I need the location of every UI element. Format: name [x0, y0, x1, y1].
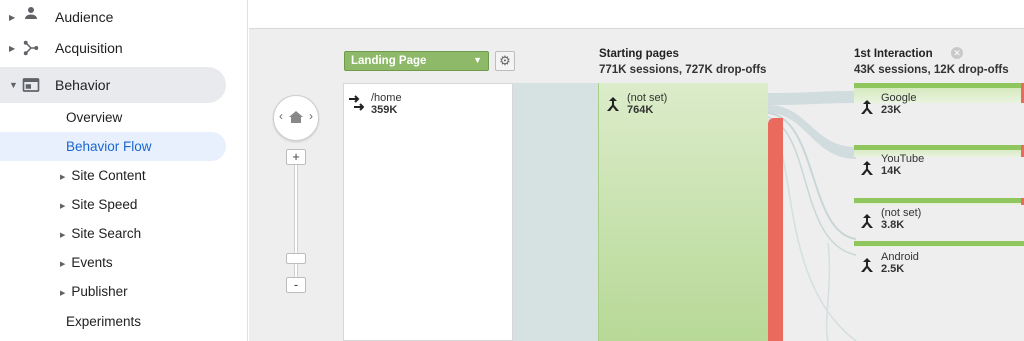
starting-pages-column: (not set) 764K: [598, 83, 768, 341]
caret-right-icon: ▶: [60, 261, 66, 268]
sidebar-item-label: Behavior: [55, 77, 111, 93]
landing-page-column: /home 359K: [343, 83, 513, 341]
sidebar-item-label: Acquisition: [55, 40, 123, 56]
node-cap: [854, 241, 1024, 246]
behavior-icon: [22, 78, 40, 92]
column-stats: 771K sessions, 727K drop-offs: [599, 64, 767, 76]
sidebar-item-label: Publisher: [71, 284, 128, 299]
caret-right-icon: ▶: [60, 232, 66, 239]
gear-icon: ⚙: [499, 53, 511, 68]
landing-to-start-flow-band: [513, 83, 598, 341]
landing-node[interactable]: /home 359K: [371, 92, 402, 116]
node-value: 764K: [627, 104, 654, 116]
node-value: 14K: [881, 165, 902, 177]
home-icon[interactable]: [288, 109, 304, 125]
interaction-label-google: Google 23K: [881, 92, 916, 116]
node-cap: [854, 83, 1024, 88]
split-arrow-icon: [861, 161, 873, 175]
interaction-node-not-set[interactable]: [854, 198, 1024, 205]
node-value: 3.8K: [881, 219, 905, 231]
node-label: Android: [881, 251, 919, 263]
node-value: 359K: [371, 104, 398, 116]
dropdown-label: Landing Page: [351, 55, 427, 67]
dimension-dropdown[interactable]: Landing Page ▼: [344, 51, 489, 71]
node-value: 23K: [881, 104, 902, 116]
sidebar-item-acquisition[interactable]: ▶ Acquisition: [0, 31, 248, 65]
sidebar-item-publisher[interactable]: ▶ Publisher: [60, 284, 128, 299]
sidebar-item-label: Events: [71, 255, 113, 270]
zoom-in-button[interactable]: +: [286, 149, 306, 165]
column-title: 1st Interaction: [854, 48, 933, 60]
node-cap: [854, 145, 1024, 150]
sidebar-item-events[interactable]: ▶ Events: [60, 255, 113, 270]
sidebar-item-label: Site Speed: [71, 197, 138, 212]
person-icon: [25, 7, 37, 19]
sidebar-item-site-content[interactable]: ▶ Site Content: [60, 168, 146, 183]
interaction-header: 1st Interaction 43K sessions, 12K drop-o…: [854, 48, 1009, 76]
node-value: 2.5K: [881, 263, 905, 275]
chevron-down-icon: ▼: [473, 55, 482, 65]
caret-right-icon: ▶: [60, 174, 66, 181]
sidebar-item-label: Site Content: [71, 168, 146, 183]
top-bar: [249, 0, 1024, 29]
node-label: /home: [371, 92, 402, 104]
starting-pages-header: Starting pages 771K sessions, 727K drop-…: [599, 48, 766, 76]
sidebar: ▶ Audience ▶ Acquisition ▼ Behavior Over…: [0, 0, 248, 341]
node-cap: [854, 198, 1024, 203]
split-arrow-icon: [607, 97, 619, 111]
zoom-slider-handle[interactable]: [286, 253, 306, 264]
column-title: Starting pages: [599, 48, 679, 60]
node-label: (not set): [881, 207, 922, 219]
split-arrow-icon: [861, 100, 873, 114]
dropoff-bar[interactable]: [768, 118, 783, 341]
zoom-out-button[interactable]: -: [286, 277, 306, 293]
pan-right-icon[interactable]: ›: [309, 109, 313, 123]
sidebar-item-overview[interactable]: Overview: [66, 110, 122, 125]
close-icon[interactable]: ✕: [951, 47, 963, 59]
interaction-label-youtube: YouTube 14K: [881, 153, 924, 177]
sidebar-item-label: Behavior Flow: [66, 139, 152, 154]
sidebar-item-behavior[interactable]: ▼ Behavior: [0, 67, 226, 103]
sidebar-item-audience[interactable]: ▶ Audience: [0, 0, 248, 34]
pan-left-icon[interactable]: ‹: [279, 109, 283, 123]
interaction-label-not-set: (not set) 3.8K: [881, 207, 921, 231]
node-label: (not set): [627, 92, 668, 104]
interaction-node-android[interactable]: [854, 241, 1024, 247]
caret-down-icon: ▼: [9, 80, 18, 90]
column-stats: 43K sessions, 12K drop-offs: [854, 64, 1009, 76]
acquisition-icon: [23, 40, 39, 56]
caret-right-icon: ▶: [9, 12, 16, 22]
split-arrow-icon: [861, 258, 873, 272]
interaction-label-android: Android 2.5K: [881, 251, 919, 275]
zoom-slider-track[interactable]: [294, 163, 298, 283]
node-label: YouTube: [881, 153, 925, 165]
caret-right-icon: ▶: [60, 290, 66, 297]
sidebar-item-site-speed[interactable]: ▶ Site Speed: [60, 197, 137, 212]
sidebar-item-site-search[interactable]: ▶ Site Search: [60, 226, 141, 241]
caret-right-icon: ▶: [60, 203, 66, 210]
node-label: Google: [881, 92, 917, 104]
split-arrow-icon: [861, 214, 873, 228]
starting-node[interactable]: (not set) 764K: [627, 92, 667, 116]
interaction-node-google[interactable]: [854, 83, 1024, 103]
caret-right-icon: ▶: [9, 43, 16, 53]
sidebar-item-experiments[interactable]: Experiments: [66, 314, 141, 329]
sidebar-item-behavior-flow[interactable]: Behavior Flow: [0, 132, 226, 161]
sidebar-item-label: Site Search: [71, 226, 142, 241]
settings-button[interactable]: ⚙: [495, 51, 515, 71]
interaction-node-youtube[interactable]: [854, 145, 1024, 157]
sidebar-item-label: Audience: [55, 9, 114, 25]
entrance-arrows-icon: [349, 95, 364, 111]
pan-home-control[interactable]: ‹ ›: [273, 95, 319, 141]
